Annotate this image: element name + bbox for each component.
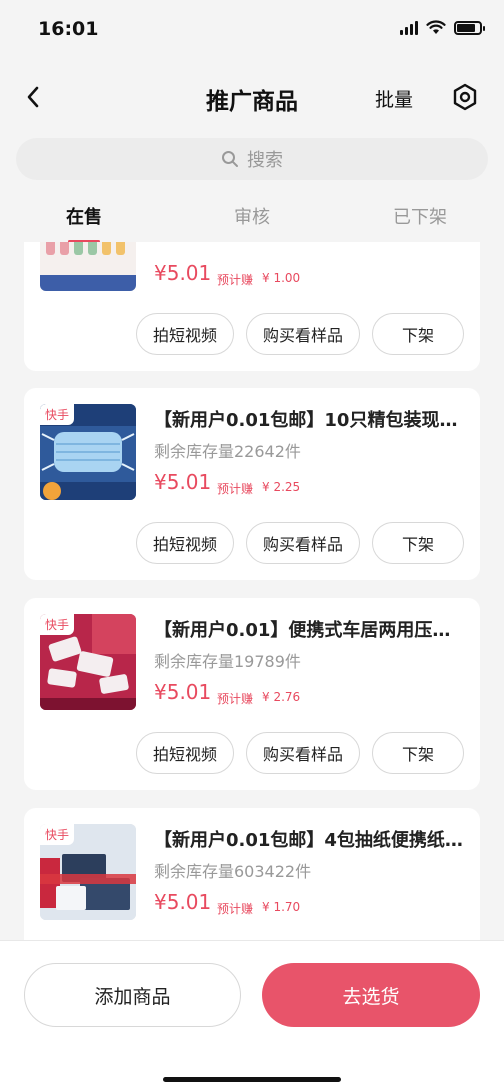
take-down-button[interactable]: 下架 <box>372 313 464 355</box>
back-button[interactable] <box>18 82 48 112</box>
product-price: ¥5.01 <box>154 470 212 494</box>
shoot-video-button[interactable]: 拍短视频 <box>136 732 234 774</box>
tab-review[interactable]: 审核 <box>202 203 302 229</box>
status-icons <box>400 20 485 35</box>
nav-bar: 推广商品 批量 <box>0 70 504 126</box>
home-indicator[interactable] <box>163 1077 341 1082</box>
wifi-icon <box>426 20 446 34</box>
status-time: 16:01 <box>38 18 99 40</box>
product-stock: 剩余库存量603422件 <box>154 862 312 881</box>
page-title: 推广商品 <box>206 89 298 115</box>
expected-earn-label: 预计赚 <box>217 692 254 706</box>
product-thumbnail[interactable]: 快手 <box>40 404 136 500</box>
take-down-button[interactable]: 下架 <box>372 732 464 774</box>
product-thumbnail[interactable]: 快手 <box>40 614 136 710</box>
search-placeholder: 搜索 <box>247 150 283 171</box>
take-down-button[interactable]: 下架 <box>372 522 464 564</box>
product-price: ¥5.01 <box>154 261 212 285</box>
expected-earn-value: ¥ 1.00 <box>262 271 301 285</box>
product-card: 快手 【新用户0.01包邮】10只精包装现… 剩余库存量22642件 ¥5.01… <box>24 388 480 580</box>
settings-button[interactable] <box>450 82 480 112</box>
platform-tag: 快手 <box>40 404 75 425</box>
shoot-video-button[interactable]: 拍短视频 <box>136 522 234 564</box>
gear-icon <box>453 83 477 111</box>
buy-sample-button[interactable]: 购买看样品 <box>246 313 360 355</box>
product-title[interactable]: 【新用户0.01包邮】10只精包装现… <box>154 406 464 432</box>
battery-icon <box>454 20 485 35</box>
platform-tag: 快手 <box>40 824 75 845</box>
product-list[interactable]: ¥5.01 预计赚 ¥ 1.00 拍短视频 购买看样品 下架 快手 【新用户0.… <box>0 242 504 940</box>
product-card: 快手 【新用户0.01】便携式车居两用压… 剩余库存量19789件 ¥5.01 … <box>24 598 480 790</box>
status-bar: 16:01 <box>0 0 504 60</box>
buy-sample-button[interactable]: 购买看样品 <box>246 732 360 774</box>
search-icon <box>222 151 238 167</box>
shoot-video-button[interactable]: 拍短视频 <box>136 313 234 355</box>
product-title[interactable]: 【新用户0.01包邮】4包抽纸便携纸… <box>154 826 464 852</box>
bottom-action-bar: 添加商品 去选货 <box>0 940 504 1091</box>
cellular-signal-icon <box>400 20 418 35</box>
tab-bar: 在售 审核 已下架 <box>0 196 504 242</box>
product-stock: 剩余库存量22642件 <box>154 442 301 461</box>
go-select-goods-button[interactable]: 去选货 <box>262 963 480 1027</box>
buy-sample-button[interactable]: 购买看样品 <box>246 522 360 564</box>
product-thumbnail[interactable] <box>40 242 136 291</box>
product-stock: 剩余库存量19789件 <box>154 652 301 671</box>
product-card: ¥5.01 预计赚 ¥ 1.00 拍短视频 购买看样品 下架 <box>24 242 480 371</box>
product-card: 快手 【新用户0.01包邮】4包抽纸便携纸… 剩余库存量603422件 ¥5.0… <box>24 808 480 940</box>
expected-earn-value: ¥ 1.70 <box>262 900 301 914</box>
expected-earn-value: ¥ 2.25 <box>262 480 301 494</box>
expected-earn-value: ¥ 2.76 <box>262 690 301 704</box>
tab-on-sale[interactable]: 在售 <box>34 203 134 229</box>
search-bar[interactable]: 搜索 <box>16 138 488 180</box>
chevron-left-icon <box>27 86 39 108</box>
tab-delisted[interactable]: 已下架 <box>370 203 470 229</box>
batch-button[interactable]: 批量 <box>375 85 413 112</box>
add-product-button[interactable]: 添加商品 <box>24 963 241 1027</box>
expected-earn-label: 预计赚 <box>217 273 254 287</box>
expected-earn-label: 预计赚 <box>217 482 254 496</box>
product-price: ¥5.01 <box>154 890 212 914</box>
product-price: ¥5.01 <box>154 680 212 704</box>
expected-earn-label: 预计赚 <box>217 902 254 916</box>
product-title[interactable]: 【新用户0.01】便携式车居两用压… <box>154 616 464 642</box>
product-thumbnail[interactable]: 快手 <box>40 824 136 920</box>
platform-tag: 快手 <box>40 614 75 635</box>
